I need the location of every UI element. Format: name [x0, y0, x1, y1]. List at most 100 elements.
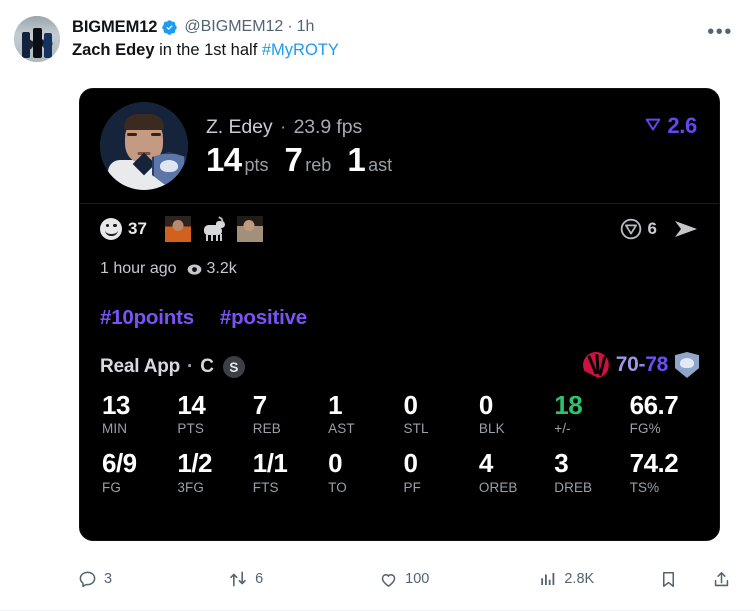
stat-cell: 14 PTS [173, 390, 248, 437]
stat-cell: 18 +/- [550, 390, 625, 437]
tweet-hashtag-link[interactable]: #MyROTY [262, 41, 339, 59]
stat-cell: 1/2 3FG [173, 449, 248, 494]
share-button[interactable] [712, 570, 731, 589]
stat-label: +/- [554, 421, 571, 437]
retweet-button[interactable]: 6 [228, 569, 263, 589]
player-name-line: Z. Edey · 23.9 fps [206, 116, 701, 139]
tweet-text-bold: Zach Edey [72, 40, 155, 59]
card-hashtags: #10points #positive [80, 284, 719, 330]
reply-button[interactable]: 3 [78, 570, 112, 589]
stat-value: 1/1 [252, 448, 288, 479]
app-score-row: Real App · C S 70-78 [80, 330, 719, 378]
embedded-stat-card[interactable]: Z. Edey · 23.9 fps 14 pts 7 reb 1 ast 2.… [79, 88, 720, 541]
stat-cell: 4 OREB [475, 448, 550, 495]
stat-cell: 66.7 FG% [626, 390, 701, 436]
headshot-hair [124, 114, 164, 130]
stat-cell: 6/9 FG [98, 448, 173, 494]
like-button[interactable]: 100 [379, 570, 429, 589]
trend-down-arrow-icon [646, 118, 661, 131]
game-score: 70-78 [582, 352, 699, 378]
stat-value: 0 [403, 448, 418, 479]
card-views-count: 3.2k [206, 260, 237, 277]
tweet-timestamp[interactable]: 1h [297, 17, 315, 37]
stat-value: 4 [478, 448, 493, 479]
headline-stat-label: pts [244, 155, 269, 176]
card-header: Z. Edey · 23.9 fps 14 pts 7 reb 1 ast 2.… [80, 89, 719, 203]
stat-cell: 1/1 FTS [249, 448, 324, 495]
stat-value: 6/9 [102, 448, 137, 479]
author-display-name[interactable]: BIGMEM12 [72, 17, 157, 38]
eye-icon [187, 263, 201, 275]
stat-label: FTS [252, 479, 279, 495]
card-meta-row: 1 hour ago 3.2k [80, 254, 719, 284]
views-count: 2.8K [564, 571, 595, 587]
views-button[interactable]: 2.8K [539, 570, 594, 588]
raptors-logo-icon [582, 352, 609, 378]
verified-badge-icon [162, 20, 178, 35]
hashtag-chip[interactable]: #positive [220, 306, 307, 330]
player-fps: 23.9 fps [293, 115, 363, 138]
stat-label: DREB [554, 479, 593, 495]
headline-stat-value: 7 [284, 141, 303, 179]
stat-value: 0 [403, 390, 418, 420]
stat-value: 14 [177, 390, 206, 420]
downvote-circle-icon[interactable] [620, 218, 642, 240]
bar-chart-icon [541, 573, 555, 585]
stat-cell: 7 REB [249, 390, 324, 436]
goat-leg [219, 234, 223, 241]
author-row: BIGMEM12 @BIGMEM12 · 1h [72, 17, 741, 38]
stat-value: 66.7 [629, 390, 679, 420]
reaction-goat-icon[interactable] [201, 216, 227, 242]
reaction-person-orange-icon[interactable] [164, 216, 191, 242]
smiley-face-icon[interactable] [100, 218, 122, 240]
stat-value: 74.2 [629, 448, 679, 479]
retweet-count: 6 [255, 571, 264, 587]
score-home: 78 [645, 353, 668, 376]
player-headshot [100, 102, 188, 190]
stat-label: BLK [478, 421, 505, 437]
stat-cell: 74.2 TS% [626, 448, 701, 495]
grizzlies-logo-icon [675, 352, 699, 378]
tweet-header-text: BIGMEM12 @BIGMEM12 · 1h Zach Edey in the… [72, 16, 741, 61]
reaction-stickers [164, 216, 263, 242]
tweet-actions-bar: 3 6 100 2.8K [0, 562, 755, 596]
stat-row-secondary: 6/9 FG 1/2 3FG 1/1 FTS 0 TO 0 PF 4 OREB [80, 448, 719, 495]
stat-label: PTS [177, 421, 204, 437]
stat-label: STL [403, 421, 429, 437]
tweet-text-rest: in the 1st half [154, 40, 262, 59]
avatar-figure [44, 33, 52, 58]
stat-value: 1 [328, 390, 343, 420]
app-name: Real App [100, 356, 181, 377]
headline-stat-value: 1 [347, 141, 366, 179]
stat-cell: 13 MIN [98, 391, 173, 437]
stat-value: 7 [252, 390, 267, 420]
stat-value: 0 [478, 390, 493, 420]
tweet-container: BIGMEM12 @BIGMEM12 · 1h Zach Edey in the… [0, 0, 755, 611]
more-options-button[interactable]: ••• [707, 22, 733, 42]
reaction-actions: 6 [620, 218, 699, 240]
headline-stat-label: ast [368, 155, 393, 176]
reaction-person-tan-icon[interactable] [236, 216, 263, 242]
stat-label: PF [403, 479, 421, 495]
hashtag-chip[interactable]: #10points [100, 306, 194, 330]
tweet-text: Zach Edey in the 1st half #MyROTY [72, 40, 741, 61]
action-right-group [659, 570, 731, 589]
player-name-separator: · [279, 115, 287, 138]
stat-value: 3 [554, 448, 569, 479]
stat-value: 18 [554, 390, 583, 420]
avatar-figure [33, 28, 42, 58]
stat-label: MIN [102, 421, 128, 437]
bookmark-button[interactable] [659, 570, 678, 589]
goat-leg [210, 234, 214, 241]
bookmark-icon [662, 571, 675, 587]
stat-cell: 0 TO [324, 449, 399, 494]
trend-indicator: 2.6 [644, 113, 697, 139]
avatar-figure [22, 32, 30, 58]
stat-label: TS% [629, 479, 660, 495]
stat-label: OREB [478, 479, 518, 495]
stat-cell: 0 PF [400, 448, 475, 495]
send-arrow-icon[interactable] [673, 219, 699, 239]
author-handle[interactable]: @BIGMEM12 [184, 17, 283, 37]
avatar[interactable] [14, 16, 60, 62]
card-timestamp: 1 hour ago [100, 260, 177, 277]
